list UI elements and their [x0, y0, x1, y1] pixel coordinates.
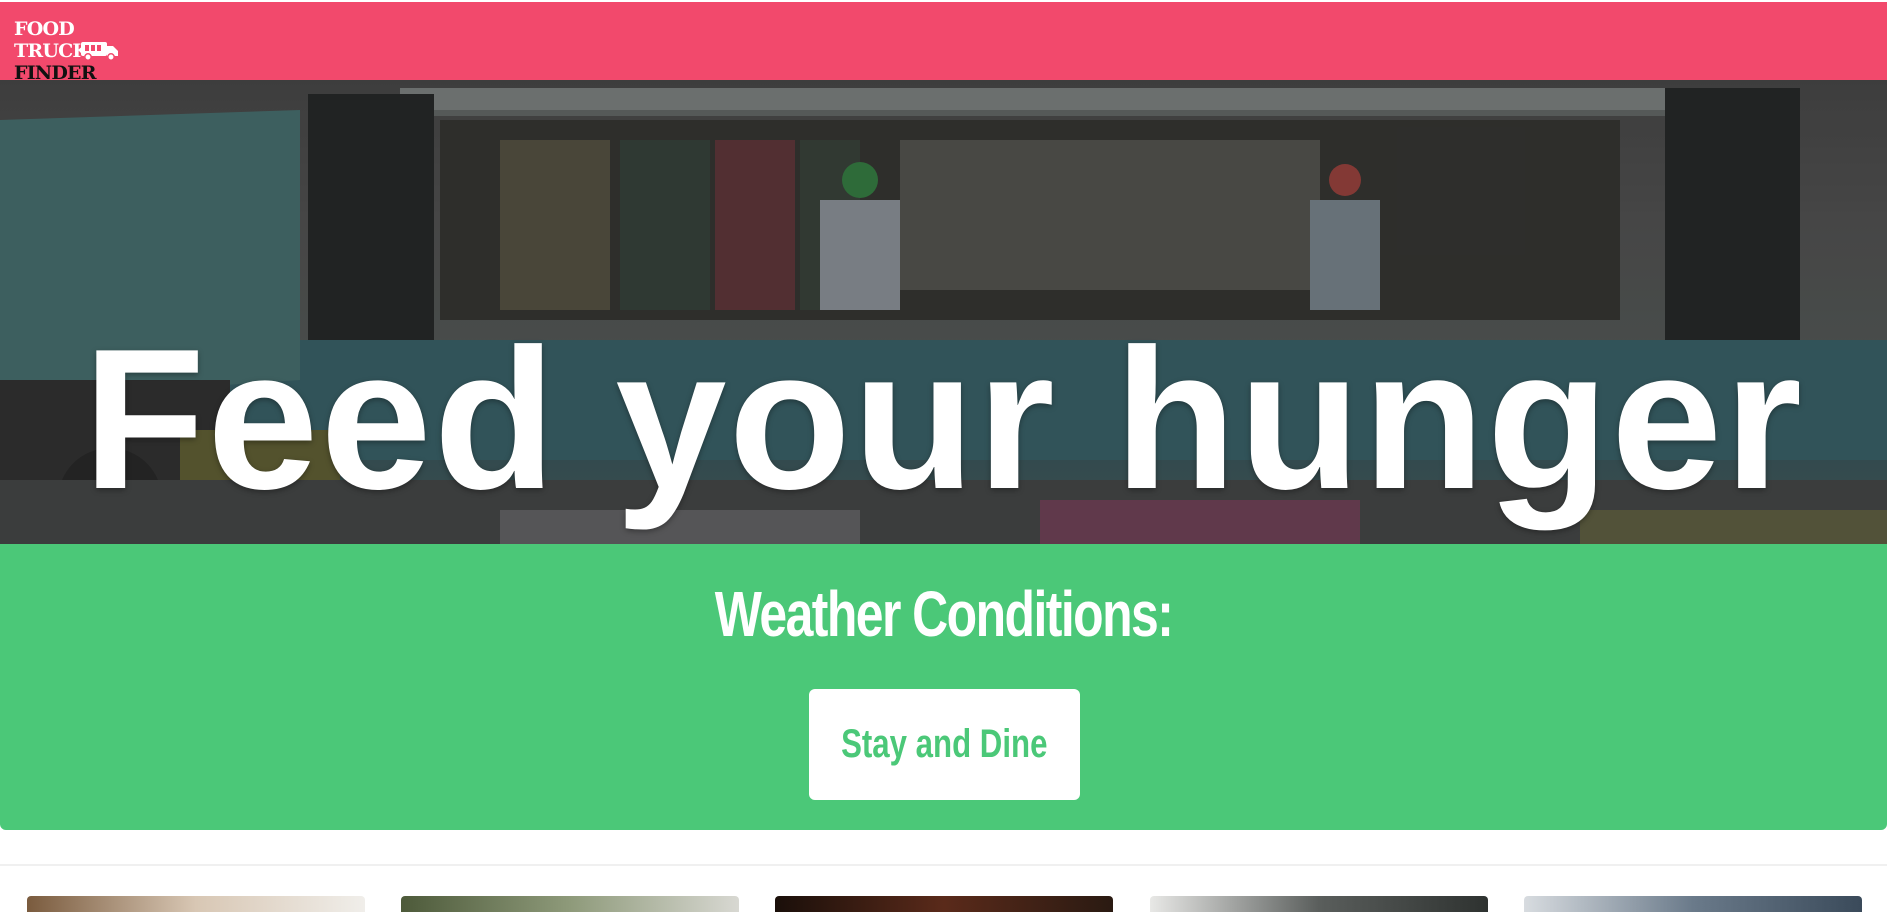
- food-card[interactable]: [27, 896, 365, 912]
- navbar: FOOD TRUCK FINDER: [0, 2, 1887, 84]
- stay-and-dine-label: Stay and Dine: [841, 722, 1048, 766]
- food-card-image: [775, 896, 1113, 912]
- weather-section: Weather Conditions: Stay and Dine: [0, 544, 1887, 830]
- food-card[interactable]: [1524, 896, 1862, 912]
- hero-title: Feed your hunger: [82, 308, 1805, 531]
- stay-and-dine-button[interactable]: Stay and Dine: [809, 689, 1080, 800]
- food-card[interactable]: [401, 896, 739, 912]
- food-card-list: [0, 896, 1887, 912]
- food-truck-icon: [81, 42, 118, 61]
- food-card[interactable]: [775, 896, 1113, 912]
- section-divider: [0, 864, 1887, 866]
- site-logo[interactable]: FOOD TRUCK FINDER: [14, 18, 124, 84]
- hero-banner: Feed your hunger: [0, 80, 1887, 544]
- food-card-image: [401, 896, 739, 912]
- food-card-image: [27, 896, 365, 912]
- food-card[interactable]: [1150, 896, 1488, 912]
- food-card-image: [1524, 896, 1862, 912]
- food-card-image: [1150, 896, 1488, 912]
- weather-title: Weather Conditions:: [714, 578, 1174, 650]
